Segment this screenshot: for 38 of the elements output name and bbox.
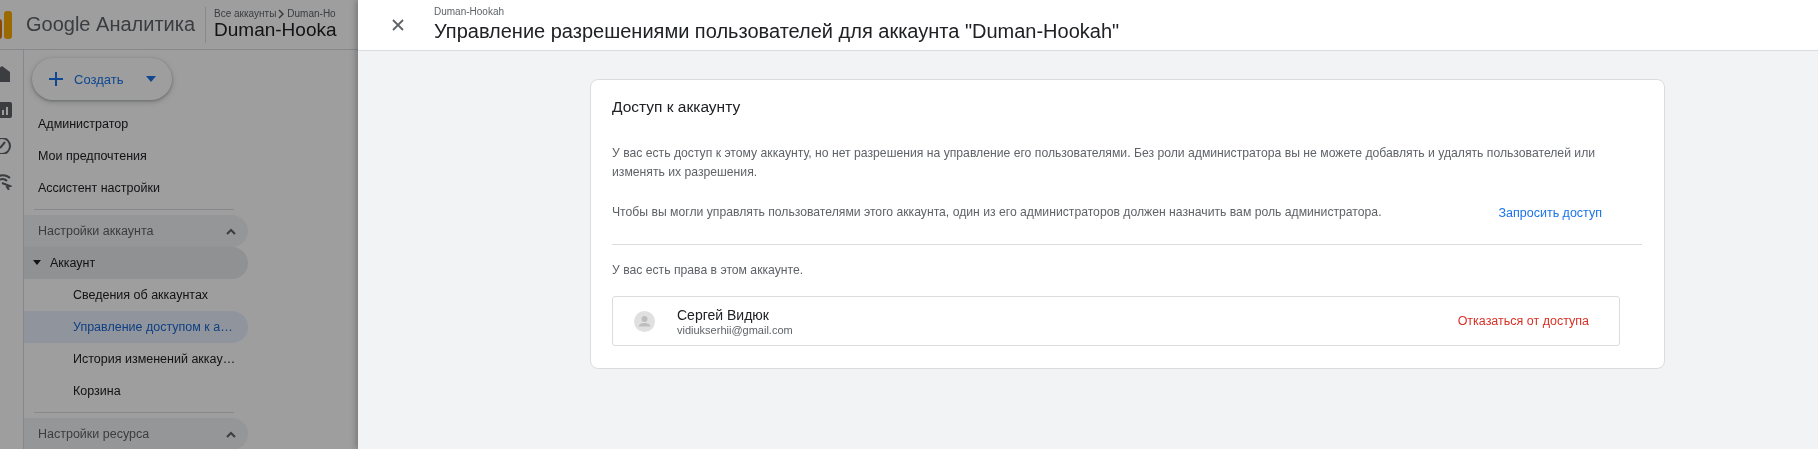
notice-text: У вас есть доступ к этому аккаунту, но нет разрешения на управление его пользователями. Без роли администратора вы не можете добавлять и удалять пользователей или изменять их разрешения. (612, 145, 1597, 181)
revoke-access-link[interactable]: Отказаться от доступа (1457, 314, 1589, 328)
breadcrumb-link[interactable]: Все аккаунты (214, 8, 277, 19)
menu-item[interactable]: Администратор (24, 108, 248, 140)
section-header[interactable]: Настройки ресурса (24, 418, 248, 449)
menu-item[interactable]: Управление доступом к а… (24, 311, 248, 343)
menu-item[interactable]: История изменений аккау… (24, 343, 248, 375)
menu-item[interactable]: Корзина (24, 375, 248, 407)
chevron-right-icon (278, 8, 286, 19)
request-access-link[interactable]: Запросить доступ (1498, 205, 1602, 220)
create-button[interactable]: Создать (32, 58, 172, 100)
dropdown-arrow-icon (146, 76, 156, 82)
close-icon (392, 19, 404, 31)
breadcrumb-link[interactable]: Duman-Ho (287, 8, 336, 19)
dialog-title: Управление разрешениями пользователей для аккаунта "Duman-Hookah" (434, 19, 1120, 44)
home-icon[interactable] (0, 66, 10, 82)
card-title: Доступ к аккаунту (612, 98, 742, 116)
user-name: Сергей Видюк (677, 306, 770, 324)
logo-icon (0, 10, 12, 39)
caret-down-icon (32, 260, 42, 266)
menu-item[interactable]: Ассистент настройки (24, 172, 248, 204)
plus-icon (48, 71, 64, 87)
dialog-subtitle: Duman-Hookah (434, 6, 506, 18)
tree-group[interactable]: Аккаунт (24, 247, 248, 279)
chevron-up-icon (226, 227, 236, 235)
menu-item[interactable]: Мои предпочтения (24, 140, 248, 172)
rights-text: У вас есть права в этом аккаунте. (612, 262, 805, 279)
chevron-up-icon (226, 430, 236, 438)
section-header[interactable]: Настройки аккаунта (24, 215, 248, 247)
bar-chart-icon[interactable] (0, 102, 12, 118)
avatar-icon (634, 310, 655, 332)
product-name: Google Аналитика (26, 13, 196, 36)
account-name[interactable]: Duman-Hooka (214, 19, 337, 41)
cursor-signal-icon[interactable] (0, 174, 12, 190)
menu-item[interactable]: Сведения об аккаунтах (24, 279, 248, 311)
user-email: vidiukserhii@gmail.com (677, 324, 793, 336)
request-text: Чтобы вы могли управлять пользователями этого аккаунта, один из его администраторов должен назначить вам роль администратора. (612, 204, 1382, 221)
explore-icon[interactable] (0, 138, 12, 154)
